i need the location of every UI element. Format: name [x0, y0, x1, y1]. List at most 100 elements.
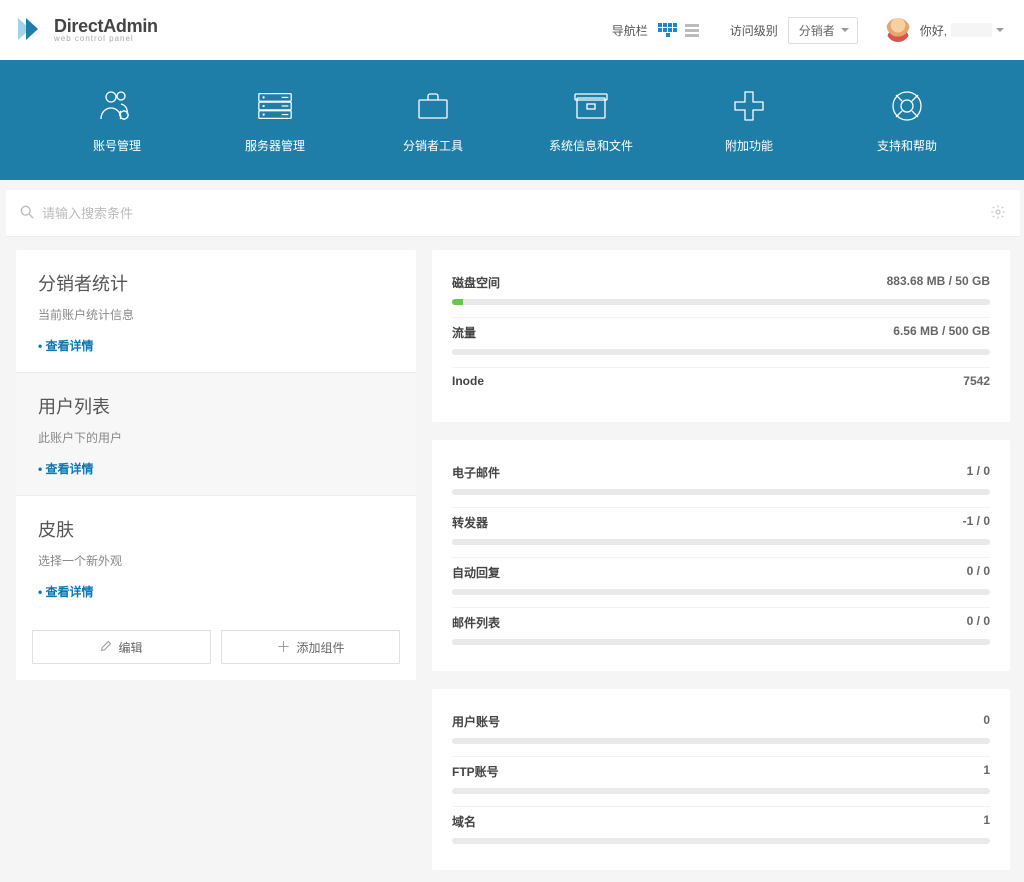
widgets-sidebar: 分销者统计 当前账户统计信息 • 查看详情 用户列表 此账户下的用户 • 查看详… [16, 250, 416, 680]
brand-name: DirectAdmin [54, 17, 158, 35]
greeting-label: 你好, [920, 22, 947, 39]
grid-view-icon[interactable] [658, 22, 678, 38]
stat-label: 电子邮件 [452, 464, 500, 481]
stat-panel: 用户账号 0 FTP账号 1 域名 1 [432, 689, 1010, 870]
user-menu[interactable]: 你好, ▇▇▇▇ [920, 22, 1004, 39]
button-label: 添加组件 [296, 639, 344, 656]
progress-bar [452, 489, 990, 495]
nav-label: 服务器管理 [245, 137, 305, 154]
card-link[interactable]: • 查看详情 [38, 583, 394, 600]
card-link[interactable]: • 查看详情 [38, 337, 394, 354]
stat-row: 自动回复 0 / 0 [452, 558, 990, 608]
user-section: 你好, ▇▇▇▇ [886, 18, 1004, 42]
archive-icon [571, 87, 611, 125]
access-level-section: 访问级别 分销者 [730, 17, 858, 44]
card-user-list[interactable]: 用户列表 此账户下的用户 • 查看详情 [16, 373, 416, 496]
nav-extras[interactable]: 附加功能 [670, 60, 828, 180]
search-icon [20, 205, 34, 222]
search-input[interactable] [42, 206, 982, 221]
nav-label: 支持和帮助 [877, 137, 937, 154]
main-nav: 账号管理 服务器管理 分销者工具 系统信息和文 [0, 60, 1024, 180]
progress-bar [452, 539, 990, 545]
nav-label: 账号管理 [93, 137, 141, 154]
nav-support[interactable]: 支持和帮助 [828, 60, 986, 180]
stat-row: 流量 6.56 MB / 500 GB [452, 318, 990, 368]
users-gear-icon [97, 87, 137, 125]
progress-bar [452, 589, 990, 595]
stat-label: 用户账号 [452, 713, 500, 730]
username: ▇▇▇▇ [951, 23, 992, 37]
stat-row: 转发器-1 / 0 [452, 508, 990, 558]
stat-label: FTP账号 [452, 763, 499, 780]
stat-row: Inode7542 [452, 368, 990, 408]
stat-row: 电子邮件 1 / 0 [452, 458, 990, 508]
stat-row: 域名 1 [452, 807, 990, 856]
stat-row: 用户账号 0 [452, 707, 990, 757]
card-link[interactable]: • 查看详情 [38, 460, 394, 477]
stat-value: 0 / 0 [967, 614, 990, 631]
stat-row: 磁盘空间 883.68 MB / 50 GB [452, 268, 990, 318]
stat-value: 6.56 MB / 500 GB [893, 324, 990, 341]
card-desc: 选择一个新外观 [38, 552, 394, 569]
card-reseller-stats[interactable]: 分销者统计 当前账户统计信息 • 查看详情 [16, 250, 416, 373]
access-level-label: 访问级别 [730, 22, 778, 39]
nav-view-section: 导航栏 [612, 22, 702, 39]
logo-chevrons-icon [16, 14, 46, 47]
nav-accounts[interactable]: 账号管理 [38, 60, 196, 180]
list-view-icon[interactable] [682, 22, 702, 38]
progress-bar [452, 788, 990, 794]
brand-subtitle: web control panel [54, 35, 158, 43]
stat-label: 流量 [452, 324, 476, 341]
add-widget-button[interactable]: ＋ 添加组件 [221, 630, 400, 664]
card-title: 分销者统计 [38, 270, 394, 296]
stat-value: 1 [983, 763, 990, 780]
stat-panel: 磁盘空间 883.68 MB / 50 GB 流量 6.56 MB / 500 GB I… [432, 250, 1010, 422]
stats-column: 磁盘空间 883.68 MB / 50 GB 流量 6.56 MB / 500 GB I… [432, 250, 1010, 870]
card-desc: 此账户下的用户 [38, 429, 394, 446]
pencil-icon [100, 640, 112, 655]
avatar-icon[interactable] [886, 18, 910, 42]
stat-value: 1 / 0 [967, 464, 990, 481]
role-select[interactable]: 分销者 [788, 17, 858, 44]
stat-value: 883.68 MB / 50 GB [887, 274, 990, 291]
card-skins[interactable]: 皮肤 选择一个新外观 • 查看详情 [16, 496, 416, 618]
nav-label: 分销者工具 [403, 137, 463, 154]
progress-bar [452, 349, 990, 355]
stat-panel: 电子邮件 1 / 0 转发器-1 / 0 自动回复 0 / 0 邮件列表 0 / 0 [432, 440, 1010, 671]
stat-label: 磁盘空间 [452, 274, 500, 291]
nav-label: 系统信息和文件 [549, 137, 633, 154]
nav-label: 附加功能 [725, 137, 773, 154]
stat-label: 邮件列表 [452, 614, 500, 631]
edit-widgets-button[interactable]: 编辑 [32, 630, 211, 664]
stat-label: 域名 [452, 813, 476, 830]
nav-reseller-tools[interactable]: 分销者工具 [354, 60, 512, 180]
role-select-value: 分销者 [799, 24, 835, 38]
progress-bar [452, 639, 990, 645]
nav-server[interactable]: 服务器管理 [196, 60, 354, 180]
stat-row: FTP账号 1 [452, 757, 990, 807]
lifebuoy-icon [887, 87, 927, 125]
plus-small-icon: ＋ [276, 637, 290, 657]
search-bar [6, 190, 1020, 236]
progress-bar [452, 838, 990, 844]
top-header: DirectAdmin web control panel 导航栏 访问级别 分… [0, 0, 1024, 60]
stat-label: 自动回复 [452, 564, 500, 581]
stat-value: 1 [983, 813, 990, 830]
card-title: 用户列表 [38, 393, 394, 419]
card-desc: 当前账户统计信息 [38, 306, 394, 323]
server-icon [255, 87, 295, 125]
button-label: 编辑 [118, 639, 142, 656]
brand-logo[interactable]: DirectAdmin web control panel [16, 14, 158, 47]
nav-layout-label: 导航栏 [612, 22, 648, 39]
plus-icon [729, 87, 769, 125]
stat-value: 0 / 0 [967, 564, 990, 581]
search-settings-icon[interactable] [990, 204, 1006, 223]
briefcase-icon [413, 87, 453, 125]
stat-row: 邮件列表 0 / 0 [452, 608, 990, 657]
progress-bar [452, 299, 990, 305]
stat-value: -1 / 0 [963, 514, 990, 531]
card-title: 皮肤 [38, 516, 394, 542]
nav-system-info[interactable]: 系统信息和文件 [512, 60, 670, 180]
stat-value: 0 [983, 713, 990, 730]
stat-label: Inode [452, 374, 484, 388]
